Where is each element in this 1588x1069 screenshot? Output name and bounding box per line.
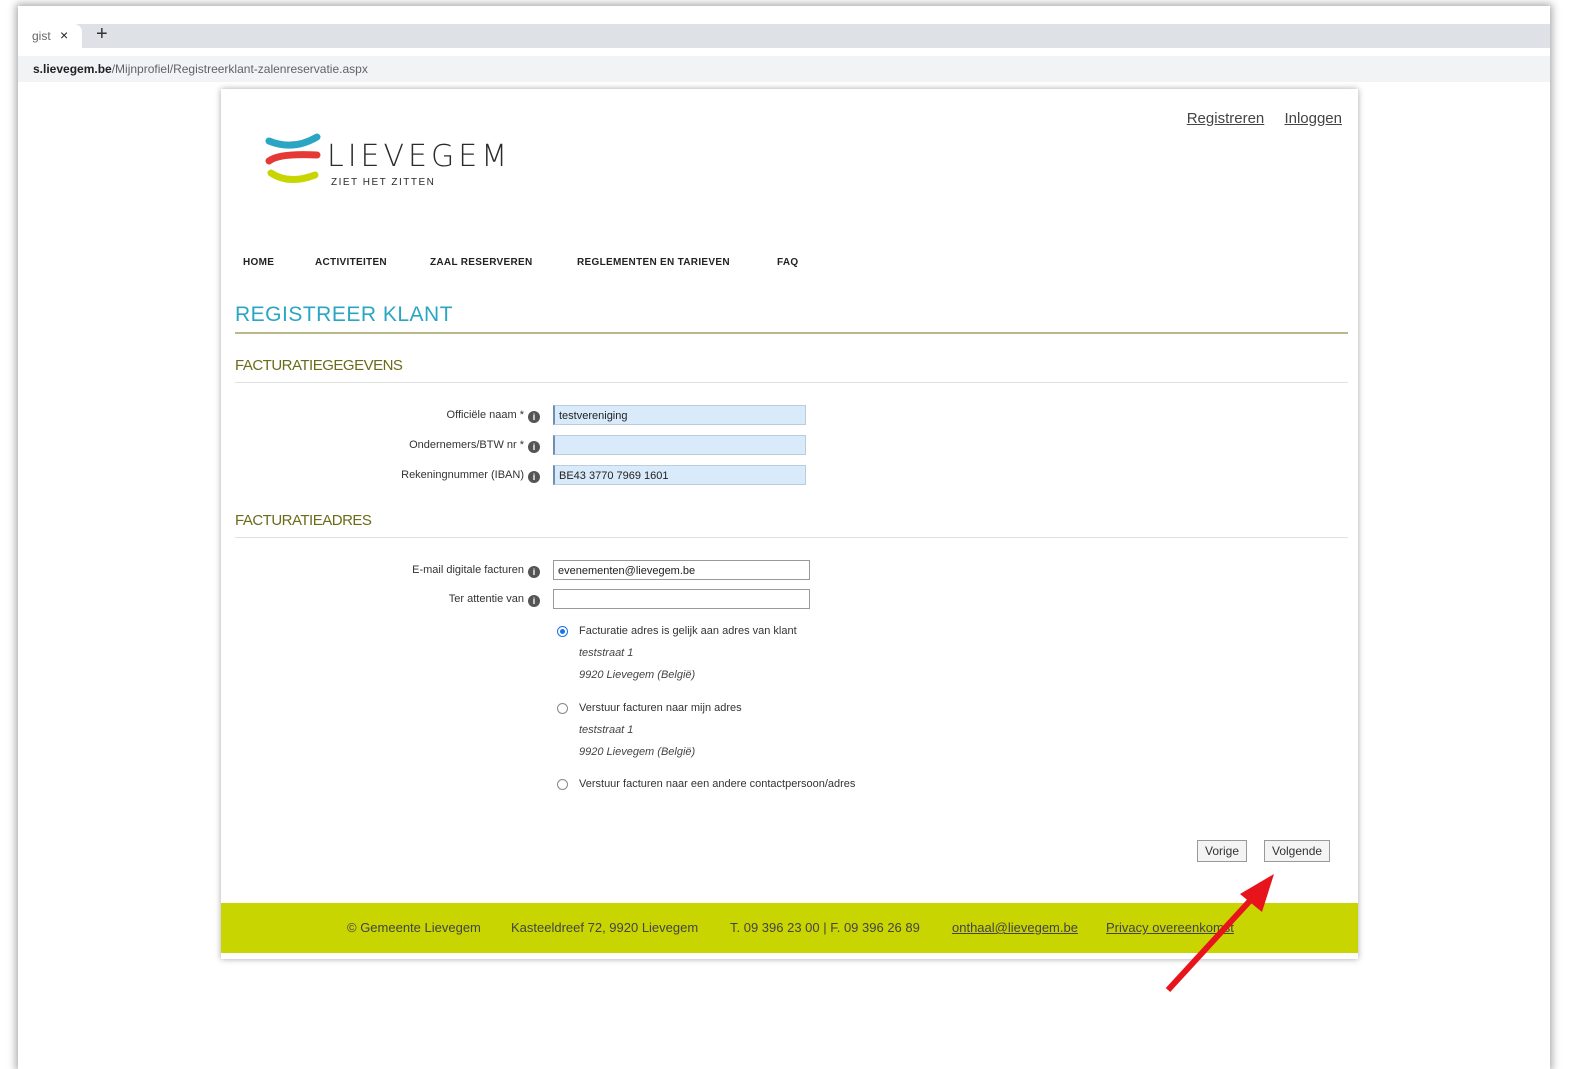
logo-tagline: ZIET HET ZITTEN [331,177,436,188]
radio-button-selected[interactable] [557,626,568,637]
radio-button[interactable] [557,703,568,714]
option-label: Facturatie adres is gelijk aan adres van… [579,625,797,637]
nav-item-reglementen[interactable]: REGLEMENTEN EN TARIEVEN [577,257,730,268]
info-icon[interactable]: i [528,595,540,607]
account-links: Registreren Inloggen [1171,110,1342,127]
footer-email-link[interactable]: onthaal@lievegem.be [952,903,1078,953]
section-divider [235,537,1348,538]
logo-waves-icon [265,133,321,183]
address-bar[interactable]: s.lievegem.be/Mijnprofiel/Registreerklan… [18,56,1550,82]
section-divider [235,382,1348,383]
lievegem-logo[interactable]: LIEVEGEM ZIET HET ZITTEN [265,131,507,201]
title-divider [235,332,1348,334]
section-title-address: FACTURATIEADRES [235,512,372,529]
option-label: Verstuur facturen naar mijn adres [579,702,742,714]
nav-item-activiteiten[interactable]: ACTIVITEITEN [315,257,387,268]
url-path: /Mijnprofiel/Registreerklant-zalenreserv… [111,62,368,76]
screenshot-frame: gist × + s.lievegem.be/Mijnprofiel/Regis… [18,6,1550,1069]
option-city: 9920 Lievegem (België) [579,669,696,681]
new-tab-icon[interactable]: + [96,23,108,46]
browser-tab[interactable]: gist × [18,24,82,48]
close-tab-icon[interactable]: × [60,27,68,43]
field-label-email: E-mail digitale facturen i [412,564,540,578]
register-link[interactable]: Registreren [1187,110,1265,127]
login-link[interactable]: Inloggen [1284,110,1342,127]
footer-phone: T. 09 396 23 00 | F. 09 396 26 89 [730,920,920,935]
red-arrow-icon [1165,874,1274,993]
attention-input[interactable] [553,589,810,609]
next-button[interactable]: Volgende [1264,840,1331,862]
section-title-billing: FACTURATIEGEGEVENS [235,357,403,374]
field-label-attention: Ter attentie van i [449,593,540,607]
info-icon[interactable]: i [528,441,540,453]
info-icon[interactable]: i [528,411,540,423]
nav-item-zaal-reserveren[interactable]: ZAAL RESERVEREN [430,257,532,268]
footer-address: Kasteeldreef 72, 9920 Lievegem [511,920,699,935]
previous-button[interactable]: Vorige [1197,840,1248,862]
radio-button[interactable] [557,779,568,790]
logo-word: LIEVEGEM [327,139,512,174]
option-label: Verstuur facturen naar een andere contac… [579,778,856,790]
nav-item-home[interactable]: HOME [243,257,274,268]
field-label-official-name: Officiële naam * i [447,409,540,423]
vat-number-input[interactable] [553,435,806,455]
nav-item-faq[interactable]: FAQ [777,257,798,268]
iban-input[interactable]: BE43 3770 7969 1601 [553,465,806,485]
field-label-vat-number: Ondernemers/BTW nr * i [409,439,540,453]
option-street: teststraat 1 [579,647,634,659]
info-icon[interactable]: i [528,471,540,483]
url-host: s.lievegem.be [33,62,112,76]
option-street: teststraat 1 [579,724,634,736]
browser-tab-bar: gist × + [18,23,1550,48]
tab-title: gist [32,29,51,43]
info-icon[interactable]: i [528,566,540,578]
field-label-iban: Rekeningnummer (IBAN) i [401,469,540,483]
page-title: REGISTREER KLANT [235,303,454,326]
footer-copyright: © Gemeente Lievegem [347,920,481,935]
web-page: Registreren Inloggen LIEVEGEM ZIET HET Z… [221,89,1358,959]
option-city: 9920 Lievegem (België) [579,746,696,758]
email-invoices-input[interactable]: evenementen@lievegem.be [553,560,810,580]
official-name-input[interactable]: testvereniging [553,405,806,425]
